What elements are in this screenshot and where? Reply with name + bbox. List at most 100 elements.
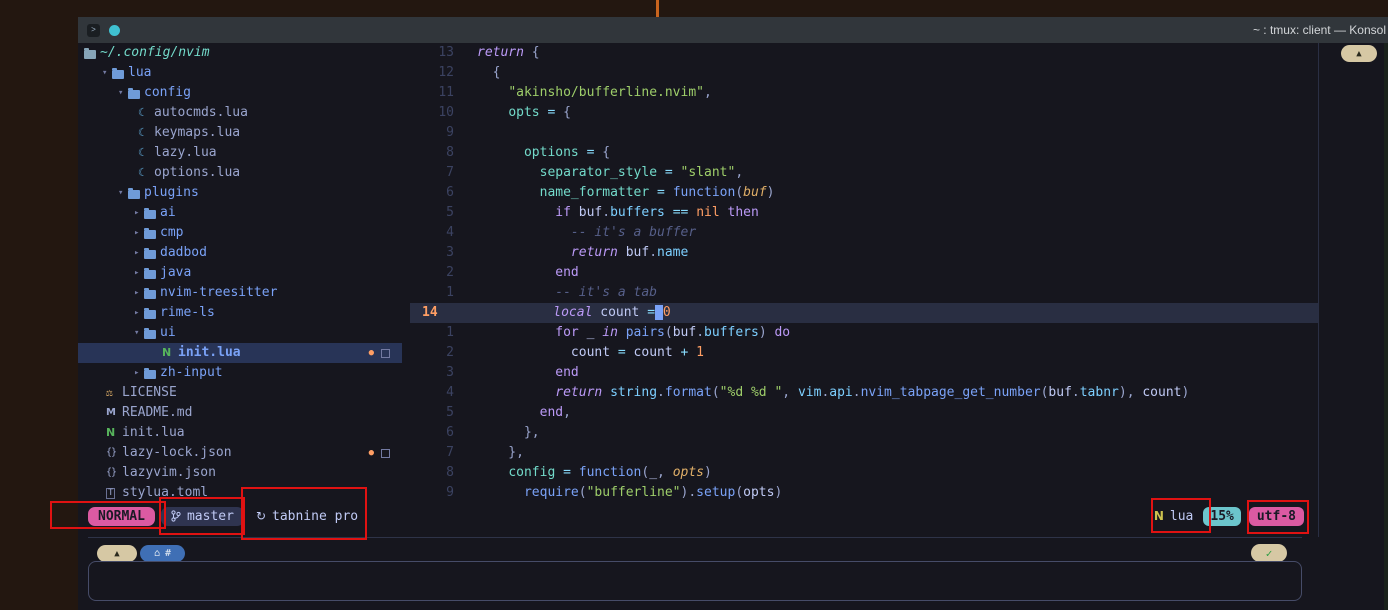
- line-number: 4: [446, 225, 454, 240]
- chevron-right-icon[interactable]: ▸: [134, 243, 144, 263]
- scroll-up-pill[interactable]: ▲: [1341, 45, 1377, 62]
- tree-item-java[interactable]: ▸ java: [78, 263, 402, 283]
- tree-item-ui[interactable]: ▾ ui: [78, 323, 402, 343]
- chevron-down-icon[interactable]: ▾: [118, 183, 128, 203]
- tree-item-lazyvim-json[interactable]: {} lazyvim.json: [78, 463, 402, 483]
- hash-icon: #: [165, 548, 172, 559]
- code-line[interactable]: 4 return string.format("%d %d ", vim.api…: [410, 383, 1318, 403]
- code-line[interactable]: 2 end: [410, 263, 1318, 283]
- tree-item-cmp[interactable]: ▸ cmp: [78, 223, 402, 243]
- tree-item-options-lua[interactable]: ☾ options.lua: [78, 163, 402, 183]
- prompt-up-arrow-pill[interactable]: ▲: [97, 545, 137, 562]
- folder-icon: [144, 307, 160, 319]
- chevron-right-icon[interactable]: ▸: [134, 223, 144, 243]
- tree-item-label: lazy.lua: [154, 145, 217, 160]
- annotation-box: [50, 501, 166, 529]
- code-line[interactable]: 3 end: [410, 363, 1318, 383]
- tree-item-config[interactable]: ▾ config: [78, 83, 402, 103]
- tree-item-label: dadbod: [160, 245, 207, 260]
- tree-item-ai[interactable]: ▸ ai: [78, 203, 402, 223]
- tree-item-keymaps-lua[interactable]: ☾ keymaps.lua: [78, 123, 402, 143]
- line-number: 7: [446, 445, 454, 460]
- tree-item-lazy-lock-json[interactable]: {} lazy-lock.json ●: [78, 443, 402, 463]
- chevron-down-icon[interactable]: ▾: [118, 83, 128, 103]
- chevron-right-icon[interactable]: ▸: [134, 363, 144, 383]
- code-text: separator_style = "slant",: [539, 165, 744, 180]
- code-line[interactable]: 3 return buf.name: [410, 243, 1318, 263]
- tree-item-license[interactable]: ⚖ LICENSE: [78, 383, 402, 403]
- chevron-right-icon[interactable]: ▸: [134, 303, 144, 323]
- window-scrollbar-strip[interactable]: [1384, 43, 1388, 610]
- titlebar-left-icons: >: [87, 23, 120, 37]
- window-title: ~ : tmux: client — Konsol: [1252, 23, 1386, 37]
- prompt-nav-pill[interactable]: ⌂ #: [140, 545, 185, 562]
- code-line[interactable]: 9: [410, 123, 1318, 143]
- code-line[interactable]: 12 {: [410, 63, 1318, 83]
- annotation-box: [1151, 498, 1211, 533]
- code-line[interactable]: 2 count = count + 1: [410, 343, 1318, 363]
- code-text: if buf.buffers == nil then: [555, 205, 759, 220]
- line-number: 13: [438, 45, 454, 60]
- tree-item-autocmds-lua[interactable]: ☾ autocmds.lua: [78, 103, 402, 123]
- neovim-file-icon: N: [106, 426, 116, 439]
- code-line[interactable]: 7 },: [410, 443, 1318, 463]
- tree-item-nvim-treesitter[interactable]: ▸ nvim-treesitter: [78, 283, 402, 303]
- lua-file-icon: ☾: [138, 126, 145, 139]
- code-text: end: [555, 265, 579, 280]
- chevron-right-icon[interactable]: ▸: [134, 263, 144, 283]
- tree-item-lua[interactable]: ▾ lua: [78, 63, 402, 83]
- code-text: local count = 0: [553, 305, 671, 320]
- chevron-right-icon[interactable]: ▸: [134, 203, 144, 223]
- chevron-down-icon[interactable]: ▾: [102, 63, 112, 83]
- tree-item--config-nvim[interactable]: ~/.config/nvim: [78, 43, 402, 63]
- code-line[interactable]: 5 if buf.buffers == nil then: [410, 203, 1318, 223]
- code-line[interactable]: 4 -- it's a buffer: [410, 223, 1318, 243]
- prompt-status-pill: ✓: [1251, 544, 1287, 562]
- tree-item-init-lua[interactable]: Ninit.lua: [78, 423, 402, 443]
- code-line[interactable]: 10 opts = {: [410, 103, 1318, 123]
- tree-item-rime-ls[interactable]: ▸ rime-ls: [78, 303, 402, 323]
- code-line[interactable]: 5 end,: [410, 403, 1318, 423]
- annotation-box: [241, 487, 367, 540]
- code-editor[interactable]: 13 return {12 {11 "akinsho/bufferline.nvi…: [410, 43, 1318, 503]
- line-number: 6: [446, 185, 454, 200]
- code-line[interactable]: 8 options = {: [410, 143, 1318, 163]
- file-tree: ~/.config/nvim ▾ lua ▾ config ☾ autocmds.lua ☾ k…: [78, 43, 410, 503]
- chevron-right-icon[interactable]: ▸: [134, 283, 144, 303]
- tree-item-zh-input[interactable]: ▸ zh-input: [78, 363, 402, 383]
- home-icon: ⌂: [153, 548, 160, 559]
- line-number: 9: [446, 485, 454, 500]
- code-line[interactable]: 7 separator_style = "slant",: [410, 163, 1318, 183]
- chevron-down-icon[interactable]: ▾: [134, 323, 144, 343]
- tree-item-label: ai: [160, 205, 176, 220]
- code-line[interactable]: 6 },: [410, 423, 1318, 443]
- line-number: 11: [438, 85, 454, 100]
- folder-icon: [144, 227, 160, 239]
- code-line[interactable]: 11 "akinsho/bufferline.nvim",: [410, 83, 1318, 103]
- annotation-box: [1247, 500, 1309, 534]
- tree-item-init-lua[interactable]: Ninit.lua ●: [78, 343, 402, 363]
- line-number: 9: [446, 125, 454, 140]
- code-line[interactable]: 13 return {: [410, 43, 1318, 63]
- tree-item-label: LICENSE: [122, 385, 177, 400]
- code-line-current[interactable]: 14 local count = 0: [410, 303, 1318, 323]
- tree-item-label: plugins: [144, 185, 199, 200]
- code-line[interactable]: 6 name_formatter = function(buf): [410, 183, 1318, 203]
- annotation-box: [159, 497, 245, 535]
- code-line[interactable]: 1 -- it's a tab: [410, 283, 1318, 303]
- pane-separator-vertical[interactable]: [1318, 43, 1319, 537]
- shell-input-box[interactable]: [88, 561, 1302, 601]
- tree-item-plugins[interactable]: ▾ plugins: [78, 183, 402, 203]
- json-file-icon: {}: [106, 467, 117, 478]
- modified-dot-icon: ●: [368, 348, 374, 358]
- tree-item-lazy-lua[interactable]: ☾ lazy.lua: [78, 143, 402, 163]
- tree-item-readme-md[interactable]: M README.md: [78, 403, 402, 423]
- tree-item-dadbod[interactable]: ▸ dadbod: [78, 243, 402, 263]
- code-line[interactable]: 1 for _ in pairs(buf.buffers) do: [410, 323, 1318, 343]
- code-line[interactable]: 8 config = function(_, opts): [410, 463, 1318, 483]
- line-number: 1: [446, 325, 454, 340]
- code-text: end: [555, 365, 579, 380]
- window-titlebar[interactable]: > ~ : tmux: client — Konsol: [78, 17, 1388, 43]
- lua-file-icon: ☾: [138, 106, 145, 119]
- folder-icon: [128, 87, 144, 99]
